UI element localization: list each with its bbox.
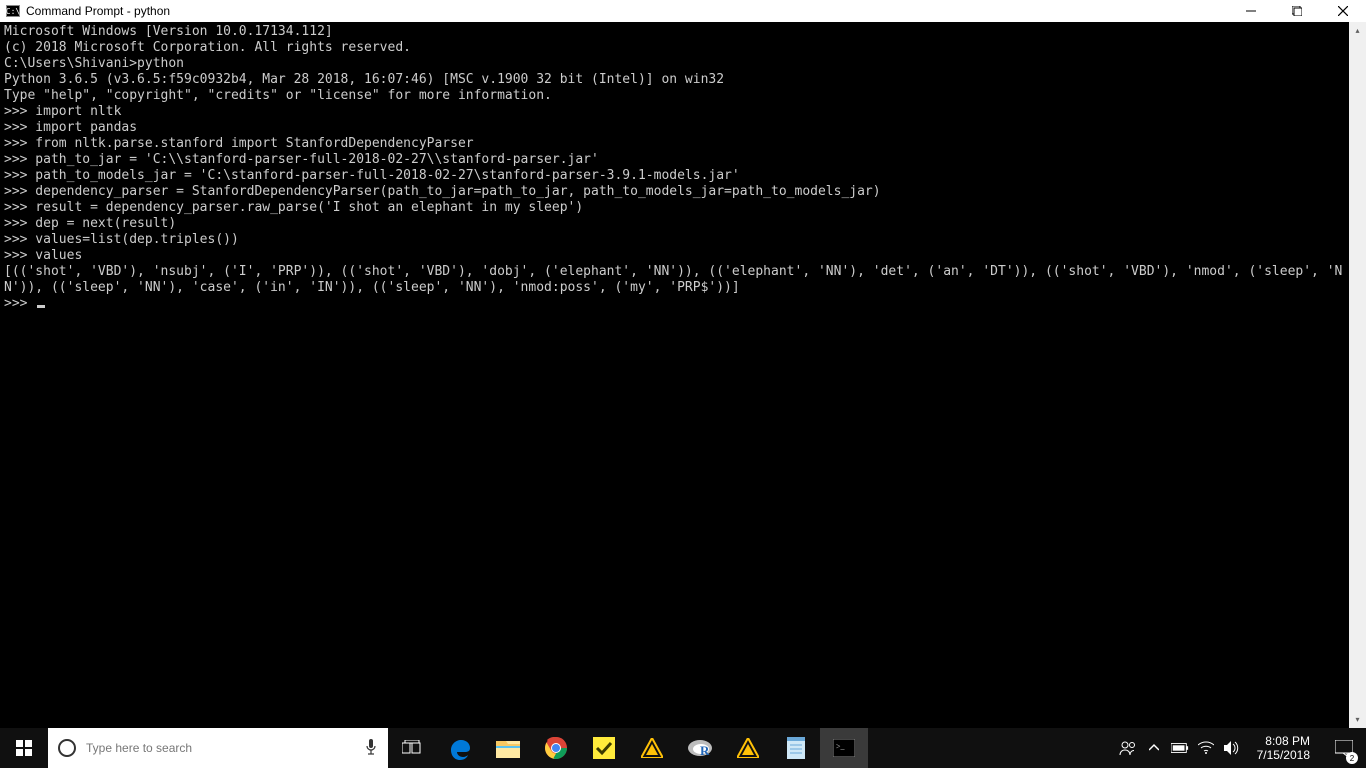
- terminal-line: >>> dependency_parser = StanfordDependen…: [4, 184, 1344, 200]
- clock[interactable]: 8:08 PM 7/15/2018: [1249, 734, 1318, 762]
- notepad-icon[interactable]: [772, 728, 820, 768]
- r-icon[interactable]: R: [676, 728, 724, 768]
- cortana-icon: [58, 739, 76, 757]
- search-box[interactable]: Type here to search: [48, 728, 388, 768]
- wifi-icon[interactable]: [1197, 741, 1215, 755]
- terminal-line: >>> path_to_jar = 'C:\\stanford-parser-f…: [4, 152, 1344, 168]
- start-button[interactable]: [0, 728, 48, 768]
- search-placeholder: Type here to search: [86, 741, 192, 755]
- terminal-output[interactable]: Microsoft Windows [Version 10.0.17134.11…: [0, 22, 1348, 314]
- chrome-icon[interactable]: [532, 728, 580, 768]
- terminal-line: (c) 2018 Microsoft Corporation. All righ…: [4, 40, 1344, 56]
- window-title: Command Prompt - python: [26, 4, 170, 18]
- terminal-line: C:\Users\Shivani>python: [4, 56, 1344, 72]
- terminal-line: >>> result = dependency_parser.raw_parse…: [4, 200, 1344, 216]
- svg-text:>_: >_: [836, 742, 846, 751]
- scroll-up-button[interactable]: ▴: [1349, 22, 1366, 39]
- clock-date: 7/15/2018: [1257, 748, 1310, 762]
- sticky-notes-icon[interactable]: [580, 728, 628, 768]
- terminal-line: >>> values=list(dep.triples()): [4, 232, 1344, 248]
- svg-text:R: R: [700, 743, 710, 758]
- notification-count: 2: [1346, 752, 1358, 764]
- terminal-line: [(('shot', 'VBD'), 'nsubj', ('I', 'PRP')…: [4, 264, 1344, 296]
- volume-icon[interactable]: [1223, 741, 1241, 755]
- terminal-line: >>> import nltk: [4, 104, 1344, 120]
- terminal-line: >>> values: [4, 248, 1344, 264]
- app-icon-2[interactable]: [724, 728, 772, 768]
- cmd-icon: C:\: [6, 5, 20, 17]
- taskbar: Type here to search R: [0, 728, 1366, 768]
- minimize-button[interactable]: [1228, 0, 1274, 22]
- vertical-scrollbar[interactable]: ▴ ▾: [1349, 22, 1366, 728]
- command-prompt-window: C:\ Command Prompt - python Microsoft Wi…: [0, 0, 1366, 728]
- app-icon-1[interactable]: [628, 728, 676, 768]
- notifications-button[interactable]: 2: [1326, 728, 1362, 768]
- cmd-taskbar-icon[interactable]: >_: [820, 728, 868, 768]
- titlebar[interactable]: C:\ Command Prompt - python: [0, 0, 1366, 22]
- people-icon[interactable]: [1119, 740, 1137, 756]
- microphone-icon[interactable]: [364, 738, 378, 759]
- terminal-line: >>>: [4, 296, 1344, 312]
- cursor: [37, 305, 45, 308]
- terminal-line: >>> import pandas: [4, 120, 1344, 136]
- task-view-button[interactable]: [388, 728, 436, 768]
- terminal-line: Type "help", "copyright", "credits" or "…: [4, 88, 1344, 104]
- edge-icon[interactable]: [436, 728, 484, 768]
- terminal-line: >>> path_to_models_jar = 'C:\stanford-pa…: [4, 168, 1344, 184]
- close-button[interactable]: [1320, 0, 1366, 22]
- maximize-button[interactable]: [1274, 0, 1320, 22]
- file-explorer-icon[interactable]: [484, 728, 532, 768]
- clock-time: 8:08 PM: [1257, 734, 1310, 748]
- terminal-line: >>> from nltk.parse.stanford import Stan…: [4, 136, 1344, 152]
- terminal-line: Microsoft Windows [Version 10.0.17134.11…: [4, 24, 1344, 40]
- battery-icon[interactable]: [1171, 742, 1189, 754]
- terminal-line: Python 3.6.5 (v3.6.5:f59c0932b4, Mar 28 …: [4, 72, 1344, 88]
- terminal-line: >>> dep = next(result): [4, 216, 1344, 232]
- tray-chevron-icon[interactable]: [1145, 743, 1163, 753]
- scroll-down-button[interactable]: ▾: [1349, 711, 1366, 728]
